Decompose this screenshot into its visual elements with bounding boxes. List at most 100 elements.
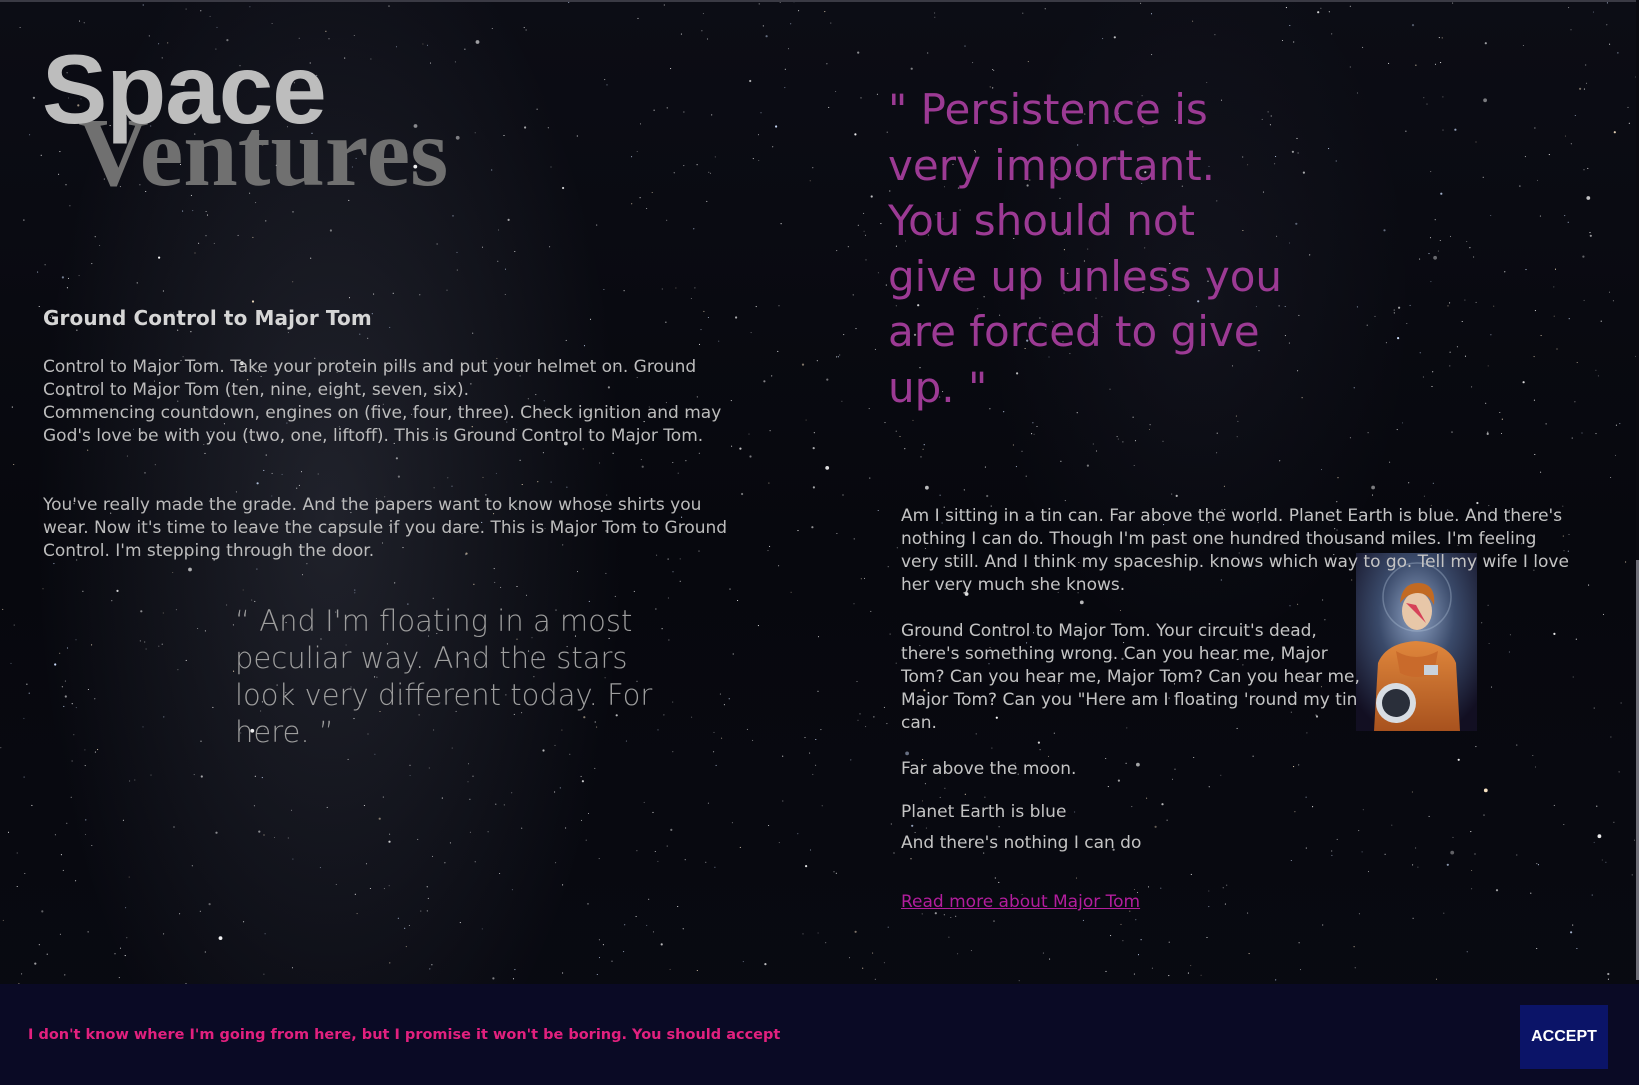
star <box>1423 97 1425 99</box>
star <box>94 698 96 700</box>
star <box>809 180 811 182</box>
star <box>1223 485 1225 487</box>
star <box>1291 150 1294 153</box>
star <box>1044 8 1046 10</box>
star <box>1025 475 1027 477</box>
star <box>1607 972 1610 976</box>
star <box>963 489 965 491</box>
star <box>395 46 398 48</box>
star <box>253 805 255 807</box>
star <box>1442 96 1444 98</box>
star <box>815 764 817 766</box>
star <box>75 639 77 641</box>
star <box>1405 130 1407 132</box>
star <box>38 305 40 308</box>
star <box>495 472 497 474</box>
star <box>813 432 815 434</box>
star <box>646 207 648 210</box>
star <box>670 68 672 70</box>
star <box>986 494 989 498</box>
star <box>1582 255 1585 258</box>
star <box>580 819 583 821</box>
star <box>606 84 608 86</box>
star <box>208 903 211 906</box>
star <box>797 530 799 532</box>
star <box>1618 771 1620 773</box>
star <box>73 734 75 736</box>
star <box>731 822 733 824</box>
star <box>854 133 857 136</box>
star <box>835 872 837 874</box>
star <box>516 585 518 588</box>
right-quote: " Persistence is very important. You sho… <box>888 85 1283 412</box>
star <box>1206 936 1208 939</box>
star <box>757 625 759 627</box>
star <box>61 276 64 279</box>
star <box>782 755 784 757</box>
star <box>652 811 654 813</box>
read-more-link[interactable]: Read more about Major Tom <box>901 891 1140 914</box>
star <box>782 800 784 802</box>
star <box>158 256 161 259</box>
star <box>588 600 590 602</box>
star <box>1449 365 1451 367</box>
star <box>640 459 642 461</box>
star <box>602 944 604 946</box>
star <box>886 723 888 725</box>
star <box>1322 924 1324 926</box>
star <box>611 960 613 962</box>
star <box>964 45 966 47</box>
star <box>1609 43 1611 45</box>
star <box>1042 952 1044 954</box>
star <box>1595 369 1597 371</box>
star <box>1564 215 1566 217</box>
star <box>84 833 87 836</box>
star <box>78 275 80 277</box>
star <box>197 627 199 630</box>
star <box>371 313 373 315</box>
star <box>185 659 187 661</box>
star <box>865 259 867 261</box>
star <box>19 26 21 29</box>
star <box>1419 258 1421 260</box>
star <box>1482 176 1484 178</box>
star <box>1422 376 1424 378</box>
star <box>872 952 874 954</box>
star <box>870 610 872 612</box>
star <box>378 817 381 820</box>
star <box>817 690 819 692</box>
star <box>1586 196 1591 200</box>
star <box>191 865 193 867</box>
star <box>175 609 177 611</box>
star <box>495 803 497 805</box>
star <box>598 939 600 941</box>
star <box>702 13 704 15</box>
star <box>536 108 538 110</box>
star <box>1456 346 1458 348</box>
star <box>755 306 757 308</box>
star <box>162 290 164 292</box>
star <box>836 250 838 252</box>
star <box>768 824 770 827</box>
star <box>825 942 827 944</box>
star <box>287 332 289 334</box>
star <box>680 33 682 35</box>
star <box>62 869 64 871</box>
star <box>1117 438 1119 440</box>
accept-button[interactable]: ACCEPT <box>1520 1005 1608 1069</box>
star <box>1018 980 1020 982</box>
star <box>1588 584 1590 586</box>
star <box>801 363 805 366</box>
star <box>161 643 163 645</box>
star <box>1533 399 1535 401</box>
star <box>565 827 567 829</box>
star <box>1619 423 1621 425</box>
star <box>1171 493 1173 495</box>
star <box>1293 41 1295 43</box>
star <box>715 764 717 766</box>
star <box>589 318 592 320</box>
star <box>1461 320 1463 323</box>
star <box>200 10 202 12</box>
star <box>1022 12 1024 14</box>
star <box>162 612 164 614</box>
